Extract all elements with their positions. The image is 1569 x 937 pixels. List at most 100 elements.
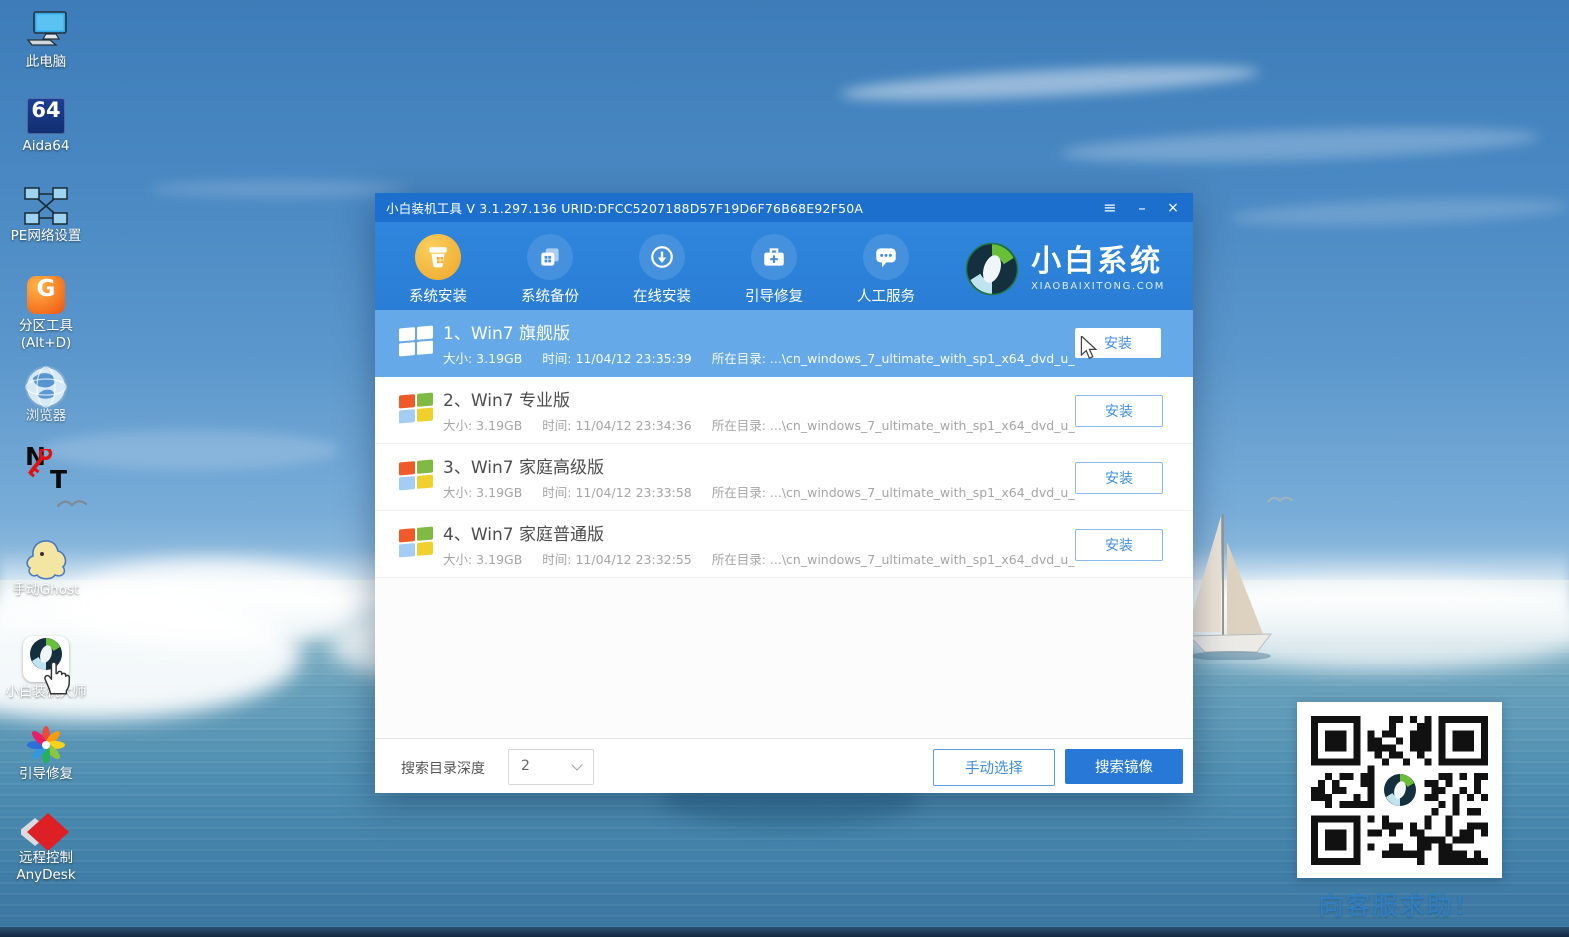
windows-flag-icon: [399, 393, 433, 426]
brand-domain: XIAOBAIXITONG.COM: [1031, 281, 1165, 292]
bird-icon: [1266, 492, 1296, 506]
manual-select-button[interactable]: 手动选择: [933, 749, 1055, 786]
mouse-arrow-cursor: [1078, 336, 1100, 360]
windows-flag-icon: [399, 326, 433, 359]
close-icon[interactable]: ×: [1157, 193, 1189, 222]
row-title: 4、Win7 家庭普通版: [443, 520, 604, 545]
sailboat: [1183, 510, 1275, 660]
brand-name: 小白系统: [1031, 246, 1165, 278]
qr-center-logo: [1378, 768, 1422, 812]
row-size: 大小: 3.19GB: [443, 485, 522, 500]
image-list: 1、Win7 旗舰版 大小: 3.19GB 时间: 11/04/12 23:35:…: [375, 310, 1193, 738]
window-navbar: 系统安装 系统备份: [375, 222, 1193, 310]
qr-help-panel: [1297, 702, 1502, 878]
row-time: 时间: 11/04/12 23:34:36: [542, 418, 691, 433]
list-row-win7-professional[interactable]: 2、Win7 专业版 大小: 3.19GB 时间: 11/04/12 23:34:…: [375, 377, 1193, 444]
windows-flag-icon: [399, 527, 433, 560]
desktop-icon-partition-tool[interactable]: G 分区工具 (Alt+D): [0, 276, 92, 314]
desktop-icon-this-pc[interactable]: 此电脑: [0, 10, 92, 52]
row-meta: 大小: 3.19GB 时间: 11/04/12 23:35:39 所在目录: ...…: [443, 348, 1095, 367]
aida64-icon: 64: [27, 98, 65, 134]
row-meta: 大小: 3.19GB 时间: 11/04/12 23:33:58 所在目录: ...…: [443, 482, 1095, 501]
window-titlebar[interactable]: 小白装机工具 V 3.1.297.136 URID:DFCC5207188D57…: [375, 193, 1193, 222]
search-depth-select[interactable]: 2: [508, 749, 594, 785]
list-row-win7-ultimate[interactable]: 1、Win7 旗舰版 大小: 3.19GB 时间: 11/04/12 23:35:…: [375, 310, 1193, 377]
desktop-icon-nt-password[interactable]: N T: [0, 446, 92, 494]
menu-icon[interactable]: ≡: [1093, 193, 1127, 222]
desktop-icon-label2: (Alt+D): [0, 335, 100, 352]
globe-icon: [23, 364, 69, 410]
row-time: 时间: 11/04/12 23:33:58: [542, 485, 691, 500]
cloud: [60, 560, 360, 650]
nav-tab-online-install[interactable]: 在线安装: [614, 234, 710, 306]
row-meta: 大小: 3.19GB时间: 11/04/12 23:32:55所在目录: ...…: [443, 549, 1095, 568]
desktop-icon-label: 远程控制: [0, 850, 100, 867]
desktop-icon-pe-network[interactable]: PE网络设置: [0, 186, 92, 230]
search-image-button[interactable]: 搜索镜像: [1065, 749, 1183, 784]
list-row-win7-home-premium[interactable]: 3、Win7 家庭高级版 大小: 3.19GB 时间: 11/04/12 23:3…: [375, 444, 1193, 511]
search-depth-label: 搜索目录深度: [401, 758, 485, 778]
row-title: 2、Win7 专业版: [443, 386, 570, 411]
nt-key-icon: N T: [23, 446, 69, 490]
hand-cursor: [38, 658, 72, 696]
row-time: 时间: 11/04/12 23:35:39: [542, 351, 691, 366]
desktop-icon-label2: AnyDesk: [0, 867, 100, 884]
window-footer: 搜索目录深度 2 手动选择 搜索镜像: [375, 738, 1193, 793]
row-title: 3、Win7 家庭高级版: [443, 453, 604, 478]
desktop-icon-label: Aida64: [0, 138, 100, 155]
diskgenius-icon: G: [27, 276, 65, 314]
row-size: 大小: 3.19GB: [443, 418, 522, 433]
screen-bottom-edge: [0, 927, 1569, 937]
desktop-icon-aida64[interactable]: 64 Aida64: [0, 98, 92, 134]
nav-tab-system-backup[interactable]: 系统备份: [502, 234, 598, 306]
row-dir: 所在目录: ...\cn_windows_7_ultimate_with_sp1…: [712, 351, 1075, 366]
nav-tab-boot-repair[interactable]: 引导修复: [726, 234, 822, 306]
row-title: 1、Win7 旗舰版: [443, 319, 570, 344]
desktop-icon-label: PE网络设置: [0, 228, 100, 245]
brand-area: 小白系统 XIAOBAIXITONG.COM: [965, 242, 1165, 296]
install-button[interactable]: 安装: [1075, 395, 1163, 427]
desktop-icon-label: 分区工具: [0, 318, 100, 335]
row-dir: 所在目录: ...\cn_windows_7_ultimate_with_sp1…: [712, 485, 1075, 500]
nav-tab-label: 系统安装: [390, 285, 486, 306]
list-row-win7-home-basic[interactable]: 4、Win7 家庭普通版 大小: 3.19GB 时间: 11/04/12 23:3…: [375, 511, 1193, 578]
red-key-icon: [26, 449, 66, 489]
row-size: 大小: 3.19GB: [443, 351, 522, 366]
nav-tab-label: 在线安装: [614, 285, 710, 306]
nav-tab-label: 引导修复: [726, 285, 822, 306]
xiaobai-installer-window: 小白装机工具 V 3.1.297.136 URID:DFCC5207188D57…: [375, 193, 1193, 792]
desktop-icon-browser[interactable]: 浏览器: [0, 364, 92, 414]
desktop-icon-label: 浏览器: [0, 408, 100, 425]
desktop-icon-anydesk[interactable]: 远程控制 AnyDesk: [0, 812, 92, 856]
online-install-icon: [639, 234, 685, 280]
desktop-icon-label: 引导修复: [0, 766, 100, 783]
install-button[interactable]: 安装: [1075, 462, 1163, 494]
nav-tab-system-install[interactable]: 系统安装: [390, 234, 486, 306]
anydesk-icon: [21, 812, 71, 852]
window-title: 小白装机工具 V 3.1.297.136 URID:DFCC5207188D57…: [375, 198, 863, 217]
nav-tab-label: 人工服务: [838, 285, 934, 306]
windows-flag-icon: [399, 460, 433, 493]
pinwheel-icon: [24, 724, 68, 766]
row-size: 大小: 3.19GB: [443, 552, 522, 567]
system-install-icon: [415, 234, 461, 280]
chat-support-icon: [863, 234, 909, 280]
search-depth-value: 2: [521, 758, 530, 774]
nav-tab-human-support[interactable]: 人工服务: [838, 234, 934, 306]
row-time: 时间: 11/04/12 23:32:55: [542, 552, 691, 567]
boot-repair-icon: [751, 234, 797, 280]
xiaobai-logo-icon: [1382, 772, 1418, 808]
desktop-icon-label: 手动Ghost: [0, 582, 100, 599]
ghost-icon: [22, 538, 70, 582]
desktop-icon-manual-ghost[interactable]: 手动Ghost: [0, 538, 92, 586]
desktop-icon-label: 此电脑: [0, 54, 100, 71]
install-button[interactable]: 安装: [1075, 529, 1163, 561]
desktop-icon-column: 此电脑 64 Aida64 PE网络设置 G 分区工具 (Alt+D): [0, 0, 92, 937]
xiaobai-logo-icon: [965, 242, 1019, 296]
row-dir: 所在目录: ...\cn_windows_7_ultimate_with_sp1…: [712, 418, 1075, 433]
chevron-down-icon: [571, 759, 582, 770]
nav-tab-label: 系统备份: [502, 285, 598, 306]
system-backup-icon: [527, 234, 573, 280]
cloud-wisp: [150, 180, 410, 198]
desktop-icon-boot-repair[interactable]: 引导修复: [0, 724, 92, 770]
